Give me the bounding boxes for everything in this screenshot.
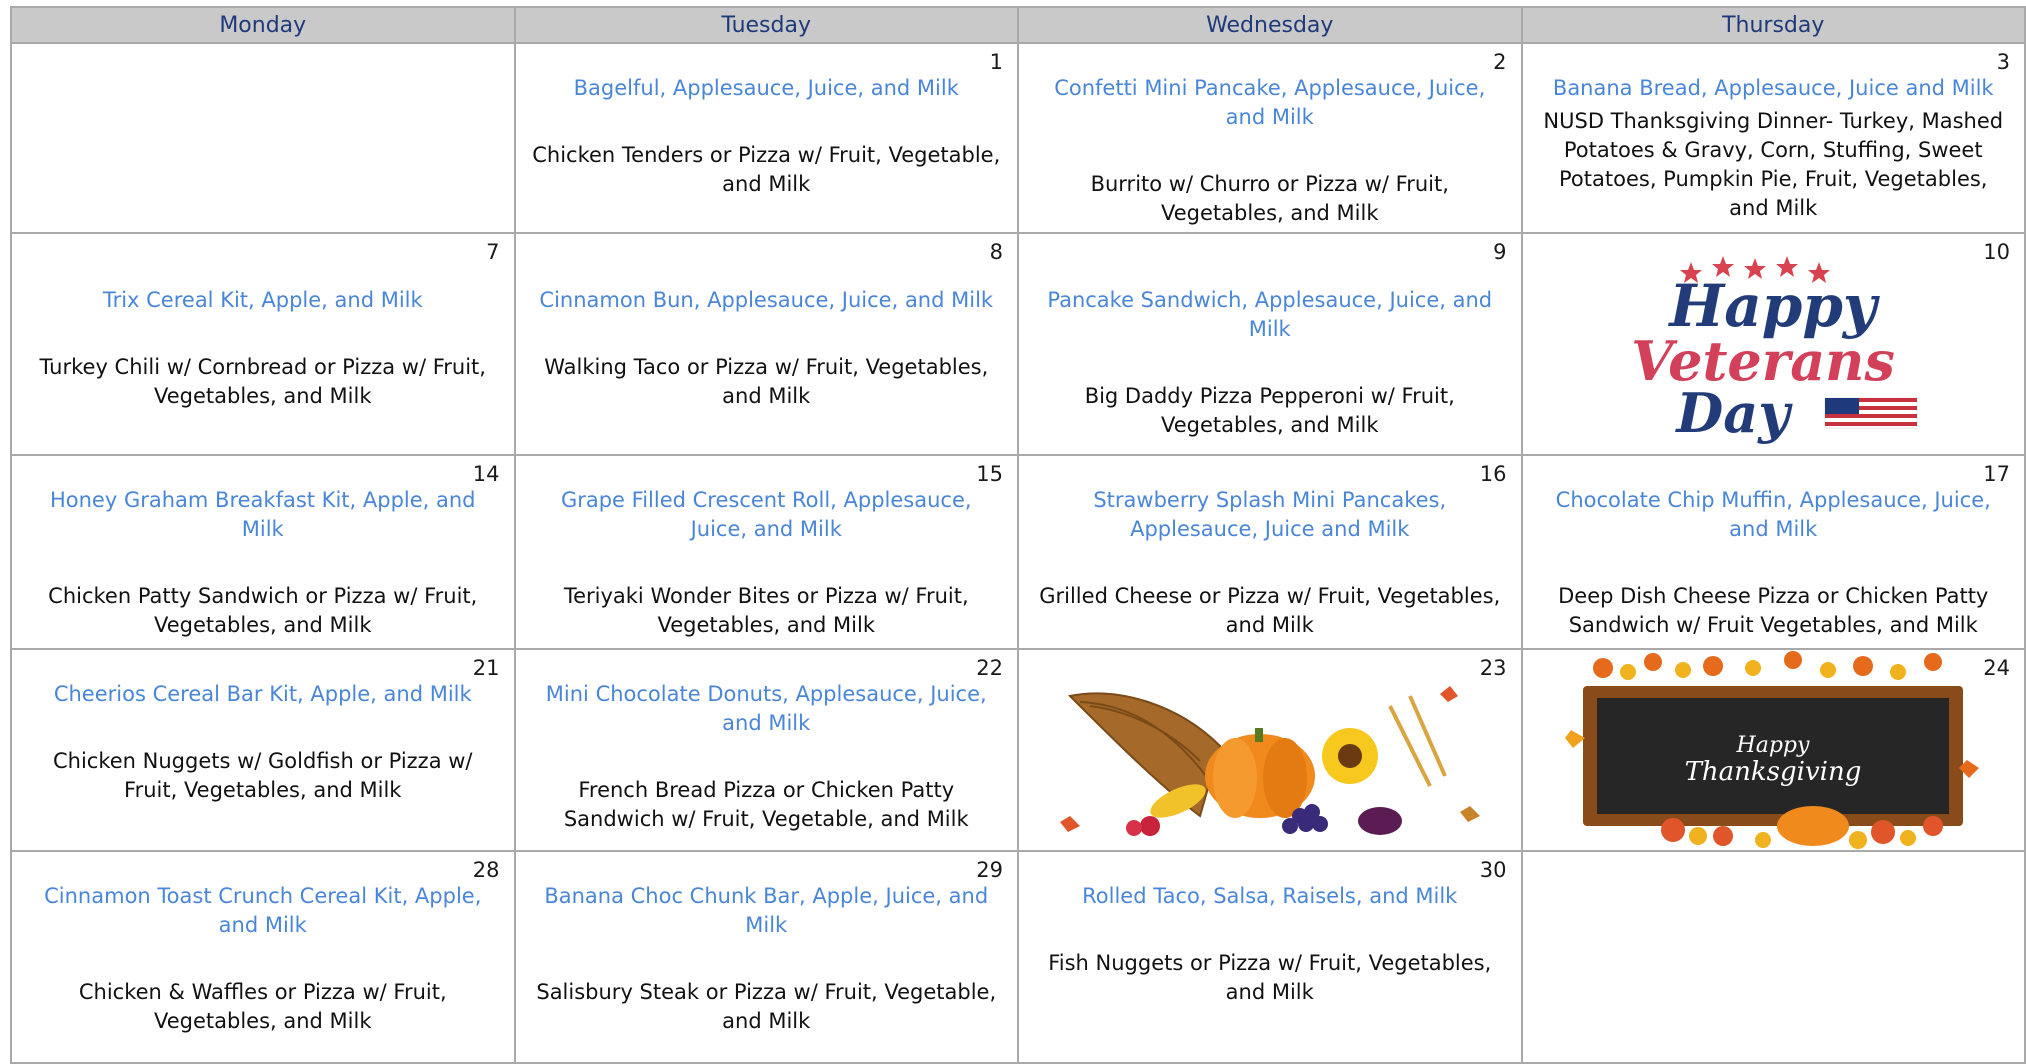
day-number: 7	[486, 240, 500, 264]
day-number: 22	[976, 656, 1003, 680]
breakfast-item: Banana Choc Chunk Bar, Apple, Juice, and…	[544, 884, 989, 937]
day-cell: 22 Mini Chocolate Donuts, Applesauce, Ju…	[513, 648, 1019, 852]
breakfast-item: Cinnamon Bun, Applesauce, Juice, and Mil…	[539, 288, 994, 312]
day-number: 24	[1983, 656, 2010, 680]
day-number: 23	[1479, 656, 1507, 680]
day-cell-empty	[1520, 850, 2026, 1064]
day-number: 10	[1983, 240, 2010, 264]
weekday-header-row: Monday Tuesday Wednesday Thursday	[10, 6, 2026, 44]
breakfast-item: Bagelful, Applesauce, Juice, and Milk	[573, 76, 959, 100]
day-number: 28	[472, 858, 500, 882]
breakfast-item: Confetti Mini Pancake, Applesauce, Juice…	[1054, 76, 1486, 129]
lunch-item: Deep Dish Cheese Pizza or Chicken Patty …	[1558, 584, 1989, 637]
lunch-menu-calendar: Monday Tuesday Wednesday Thursday 1 Bage…	[10, 6, 2026, 1064]
lunch-item: Fish Nuggets or Pizza w/ Fruit, Vegetabl…	[1048, 951, 1492, 1004]
day-cell: 9 Pancake Sandwich, Applesauce, Juice, a…	[1017, 232, 1523, 456]
happy-text: Happy	[1736, 733, 1810, 758]
lunch-item: Teriyaki Wonder Bites or Pizza w/ Fruit,…	[563, 584, 969, 637]
lunch-item: Salisbury Steak or Pizza w/ Fruit, Veget…	[536, 980, 997, 1033]
day-number: 16	[1479, 462, 1507, 486]
week-row: 1 Bagelful, Applesauce, Juice, and Milk …	[10, 42, 2026, 234]
breakfast-item: Chocolate Chip Muffin, Applesauce, Juice…	[1555, 488, 1991, 541]
happy-veterans-day-image: Happy Veterans Day	[1631, 256, 1918, 445]
lunch-item: Grilled Cheese or Pizza w/ Fruit, Vegeta…	[1039, 584, 1501, 637]
thanksgiving-text: Thanksgiving	[1685, 757, 1862, 787]
day-cell-empty	[10, 42, 516, 234]
day-number: 21	[472, 656, 500, 680]
lunch-item: Chicken Nuggets w/ Goldfish or Pizza w/ …	[52, 749, 473, 802]
day-cell: 1 Bagelful, Applesauce, Juice, and Milk …	[513, 42, 1019, 234]
day-text: Day	[1675, 381, 1794, 445]
us-flag-icon	[1825, 397, 1918, 429]
day-cell: 7 Trix Cereal Kit, Apple, and Milk Turke…	[10, 232, 516, 456]
day-cell: 17 Chocolate Chip Muffin, Applesauce, Ju…	[1520, 454, 2026, 650]
lunch-item: Big Daddy Pizza Pepperoni w/ Fruit, Vege…	[1084, 384, 1455, 437]
week-row: 28 Cinnamon Toast Crunch Cereal Kit, App…	[10, 850, 2026, 1064]
day-cell: 28 Cinnamon Toast Crunch Cereal Kit, App…	[10, 850, 516, 1064]
breakfast-item: Cinnamon Toast Crunch Cereal Kit, Apple,…	[44, 884, 482, 937]
day-number: 2	[1493, 50, 1507, 74]
breakfast-item: Rolled Taco, Salsa, Raisels, and Milk	[1082, 884, 1458, 908]
lunch-item: Turkey Chili w/ Cornbread or Pizza w/ Fr…	[39, 355, 486, 408]
day-cell: 29 Banana Choc Chunk Bar, Apple, Juice, …	[513, 850, 1019, 1064]
day-number: 29	[976, 858, 1003, 882]
lunch-item: Burrito w/ Churro or Pizza w/ Fruit, Veg…	[1090, 172, 1449, 225]
day-cell: 30 Rolled Taco, Salsa, Raisels, and Milk…	[1017, 850, 1523, 1064]
day-number: 17	[1983, 462, 2010, 486]
week-row: 7 Trix Cereal Kit, Apple, and Milk Turke…	[10, 232, 2026, 456]
day-cell: 15 Grape Filled Crescent Roll, Applesauc…	[513, 454, 1019, 650]
day-number: 14	[472, 462, 500, 486]
header-tuesday: Tuesday	[513, 6, 1019, 44]
header-wednesday: Wednesday	[1017, 6, 1523, 44]
day-number: 15	[976, 462, 1003, 486]
breakfast-item: Mini Chocolate Donuts, Applesauce, Juice…	[545, 682, 987, 735]
day-number: 9	[1493, 240, 1507, 264]
day-cell: 2 Confetti Mini Pancake, Applesauce, Jui…	[1017, 42, 1523, 234]
day-number: 1	[989, 50, 1003, 74]
breakfast-item: Trix Cereal Kit, Apple, and Milk	[102, 288, 423, 312]
week-row: 14 Honey Graham Breakfast Kit, Apple, an…	[10, 454, 2026, 650]
lunch-item: Chicken Tenders or Pizza w/ Fruit, Veget…	[532, 143, 1001, 196]
day-cell: 24 Happy Thanksgiving	[1520, 648, 2026, 852]
lunch-item: Walking Taco or Pizza w/ Fruit, Vegetabl…	[544, 355, 989, 408]
day-number: 3	[1996, 50, 2010, 74]
breakfast-item: Cheerios Cereal Bar Kit, Apple, and Milk	[53, 682, 472, 706]
lunch-item: NUSD Thanksgiving Dinner- Turkey, Mashed…	[1543, 109, 2004, 220]
breakfast-item: Strawberry Splash Mini Pancakes, Applesa…	[1093, 488, 1447, 541]
day-cell: 21 Cheerios Cereal Bar Kit, Apple, and M…	[10, 648, 516, 852]
lunch-item: Chicken & Waffles or Pizza w/ Fruit, Veg…	[78, 980, 447, 1033]
breakfast-item: Pancake Sandwich, Applesauce, Juice, and…	[1047, 288, 1493, 341]
day-cell: 23	[1017, 648, 1523, 852]
breakfast-item: Banana Bread, Applesauce, Juice and Milk	[1552, 76, 1994, 100]
day-cell: 14 Honey Graham Breakfast Kit, Apple, an…	[10, 454, 516, 650]
lunch-item: Chicken Patty Sandwich or Pizza w/ Fruit…	[48, 584, 478, 637]
happy-thanksgiving-image: Happy Thanksgiving	[1565, 651, 1980, 849]
cornucopia-image	[1059, 686, 1480, 836]
day-number: 8	[989, 240, 1003, 264]
day-number: 30	[1479, 858, 1507, 882]
day-cell: 16 Strawberry Splash Mini Pancakes, Appl…	[1017, 454, 1523, 650]
week-row: 21 Cheerios Cereal Bar Kit, Apple, and M…	[10, 648, 2026, 852]
lunch-item: French Bread Pizza or Chicken Patty Sand…	[563, 778, 969, 831]
day-cell: 8 Cinnamon Bun, Applesauce, Juice, and M…	[513, 232, 1019, 456]
day-cell: 10 Happy Veterans Day	[1520, 232, 2026, 456]
breakfast-item: Grape Filled Crescent Roll, Applesauce, …	[560, 488, 972, 541]
header-thursday: Thursday	[1520, 6, 2026, 44]
header-monday: Monday	[10, 6, 516, 44]
day-cell: 3 Banana Bread, Applesauce, Juice and Mi…	[1520, 42, 2026, 234]
breakfast-item: Honey Graham Breakfast Kit, Apple, and M…	[49, 488, 476, 541]
